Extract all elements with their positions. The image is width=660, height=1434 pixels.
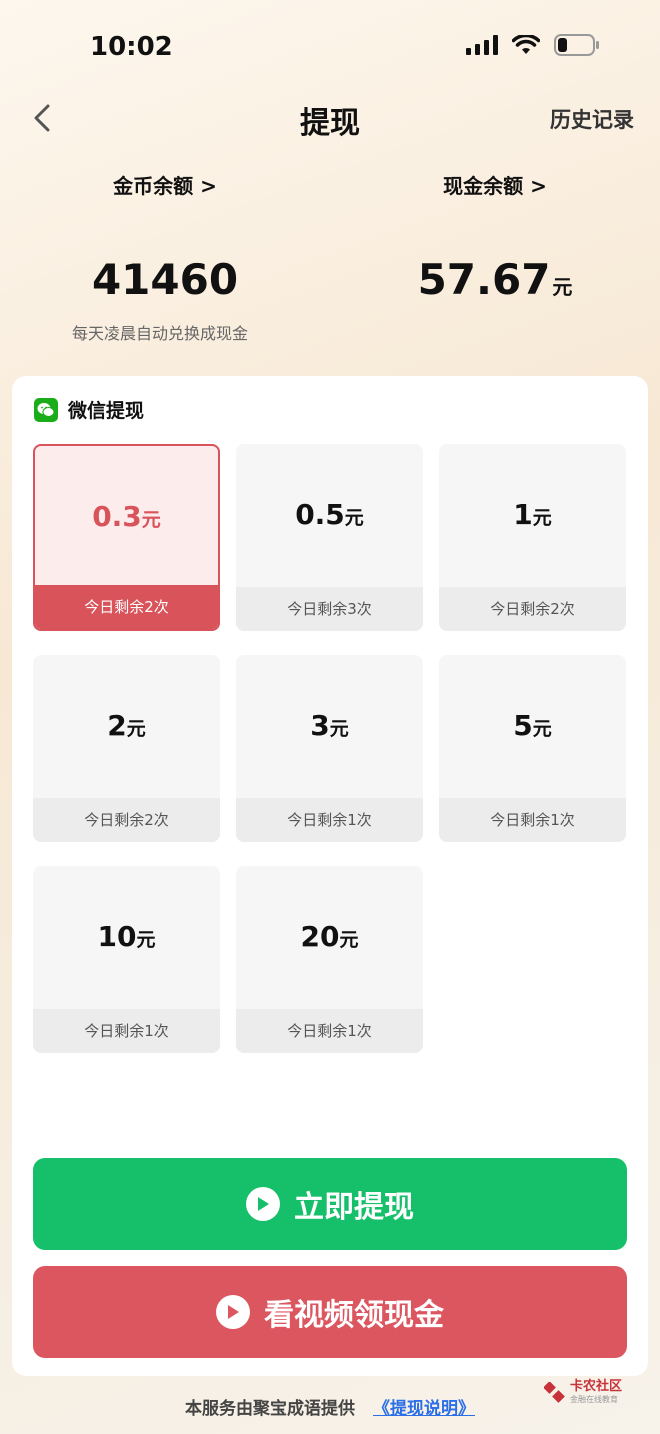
remaining-count: 今日剩余1次: [236, 798, 423, 842]
amount-number: 3: [310, 709, 330, 742]
watch-video-label: 看视频领现金: [264, 1298, 444, 1333]
footer-text: 本服务由聚宝成语提供: [185, 1399, 355, 1419]
amount-unit: 元: [329, 718, 349, 740]
amount-unit: 元: [344, 507, 364, 529]
remaining-count: 今日剩余1次: [236, 1009, 423, 1053]
kanong-logo-icon: [543, 1381, 565, 1403]
amount-value: 20元: [236, 920, 423, 953]
amount-option[interactable]: 1元今日剩余2次: [439, 444, 626, 631]
nav-bar: 提现 历史记录: [0, 90, 660, 146]
amount-option[interactable]: 2元今日剩余2次: [33, 655, 220, 842]
amount-unit: 元: [532, 507, 552, 529]
status-time: 10:02: [90, 32, 173, 62]
watch-video-button[interactable]: 看视频领现金: [33, 1266, 627, 1358]
amount-value: 0.3元: [35, 500, 218, 533]
remaining-count: 今日剩余2次: [439, 587, 626, 631]
remaining-count: 今日剩余3次: [236, 587, 423, 631]
watermark-sub: 金融在线教育: [569, 1395, 618, 1404]
status-bar: 10:02: [0, 0, 660, 96]
amount-option[interactable]: 3元今日剩余1次: [236, 655, 423, 842]
play-icon: [246, 1187, 280, 1221]
amount-number: 10: [97, 920, 137, 953]
amount-number: 0.3: [92, 500, 142, 533]
amount-option[interactable]: 0.5元今日剩余3次: [236, 444, 423, 631]
remaining-count: 今日剩余1次: [439, 798, 626, 842]
history-link[interactable]: 历史记录: [550, 104, 634, 134]
cash-balance-value: 57.67 元: [330, 255, 660, 304]
amount-option[interactable]: 5元今日剩余1次: [439, 655, 626, 842]
exchange-note: 每天凌晨自动兑换成现金: [72, 324, 249, 343]
amount-number: 20: [300, 920, 340, 953]
remaining-count: 今日剩余2次: [33, 798, 220, 842]
balance-section: 金币余额 > 41460 现金余额 > 57.67 元 每天凌晨自动兑换成现金: [0, 170, 660, 350]
remaining-count: 今日剩余2次: [35, 585, 218, 629]
withdraw-rules-link[interactable]: 《提现说明》: [373, 1399, 475, 1419]
amount-option[interactable]: 10元今日剩余1次: [33, 866, 220, 1053]
cash-balance-label: 现金余额 >: [443, 174, 547, 198]
amount-number: 0.5: [295, 498, 345, 531]
amount-value: 0.5元: [236, 498, 423, 531]
amount-value: 3元: [236, 709, 423, 742]
amount-value: 2元: [33, 709, 220, 742]
amount-number: 5: [513, 709, 533, 742]
watermark: 卡农社区 金融在线教育: [543, 1379, 622, 1405]
amount-number: 1: [513, 498, 533, 531]
cash-balance-amount: 57.67: [417, 255, 551, 304]
amount-number: 2: [107, 709, 127, 742]
cash-balance[interactable]: 现金余额 > 57.67 元: [330, 170, 660, 304]
status-icons: [466, 34, 600, 56]
wifi-icon: [512, 35, 540, 55]
coin-balance[interactable]: 金币余额 > 41460: [0, 170, 330, 304]
amount-option[interactable]: 0.3元今日剩余2次: [33, 444, 220, 631]
amount-value: 5元: [439, 709, 626, 742]
withdraw-now-button[interactable]: 立即提现: [33, 1158, 627, 1250]
amount-option[interactable]: 20元今日剩余1次: [236, 866, 423, 1053]
watermark-name: 卡农社区: [569, 1379, 622, 1394]
remaining-count: 今日剩余1次: [33, 1009, 220, 1053]
amount-value: 10元: [33, 920, 220, 953]
withdraw-now-label: 立即提现: [294, 1190, 414, 1225]
amount-unit: 元: [136, 929, 156, 951]
withdraw-method-title: 微信提现: [68, 400, 145, 422]
cellular-signal-icon: [466, 35, 498, 55]
coin-balance-label: 金币余额 >: [113, 174, 217, 198]
play-icon: [216, 1295, 250, 1329]
amount-unit: 元: [141, 509, 161, 531]
amount-value: 1元: [439, 498, 626, 531]
withdraw-method-header: 微信提现: [34, 396, 144, 423]
amount-unit: 元: [532, 718, 552, 740]
amount-unit: 元: [126, 718, 146, 740]
coin-balance-value: 41460: [91, 255, 239, 304]
cash-balance-unit: 元: [552, 275, 573, 299]
amount-unit: 元: [339, 929, 359, 951]
wechat-icon: [34, 397, 58, 422]
battery-icon: [554, 34, 600, 56]
